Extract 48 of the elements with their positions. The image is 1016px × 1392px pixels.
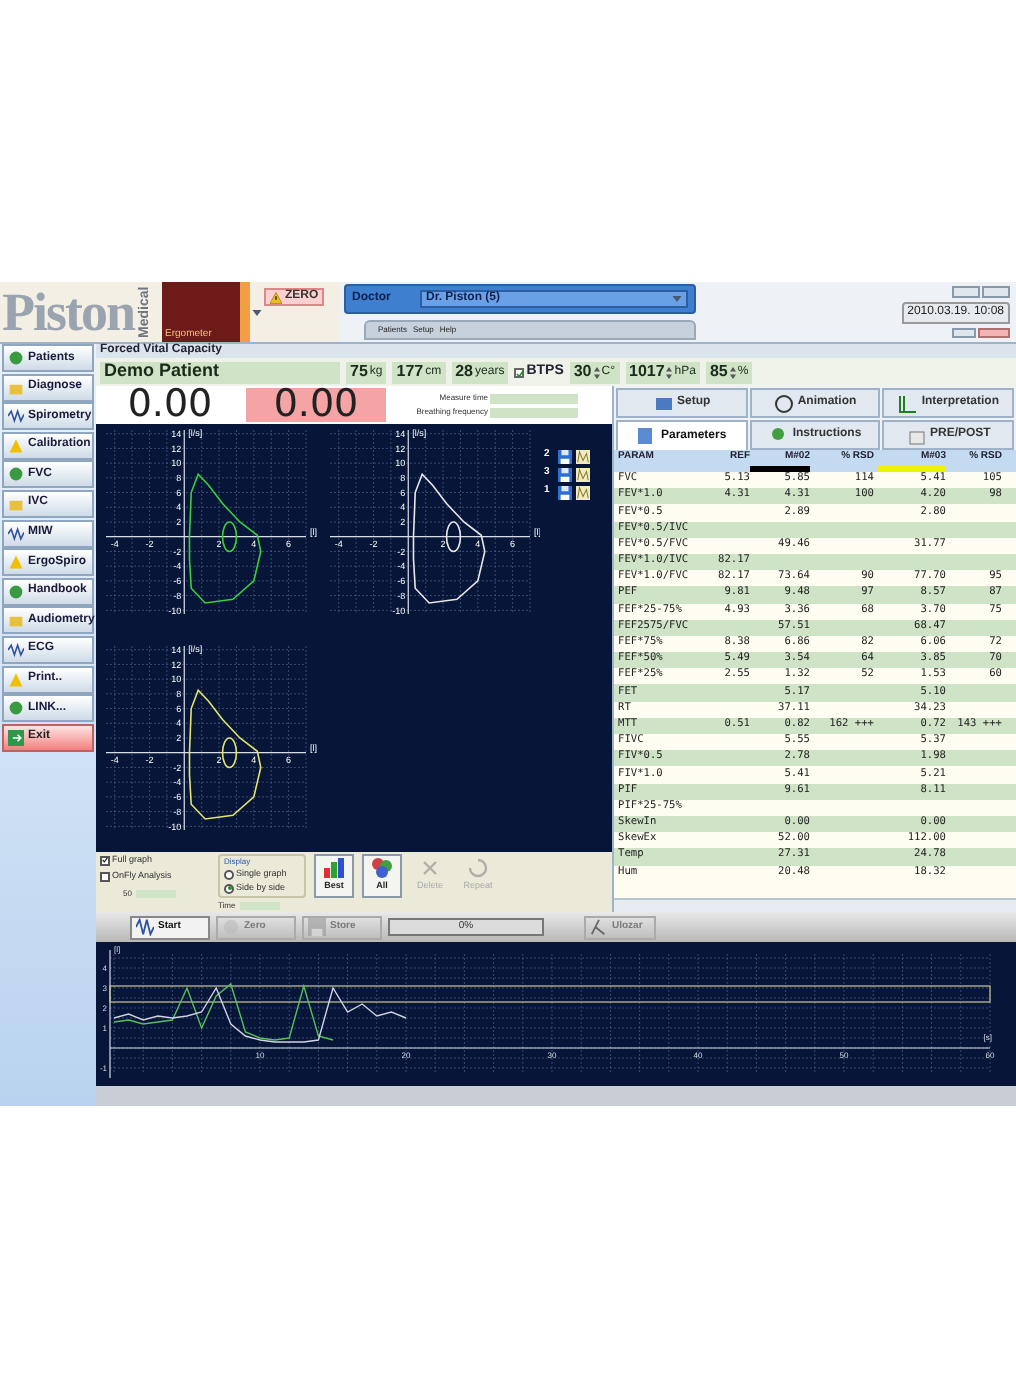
waveform-icon	[136, 918, 154, 936]
checkbox[interactable]	[100, 871, 110, 882]
checkmark-icon	[102, 856, 108, 865]
curve-thumbnail-icon	[576, 449, 590, 463]
patient-value: 28	[455, 360, 474, 384]
condition-field[interactable]: 85	[709, 360, 728, 384]
clipboard-icon	[636, 426, 657, 446]
curve-thumbnail-icon	[576, 467, 590, 481]
exit-icon	[8, 729, 24, 746]
repeat-icon	[468, 858, 488, 879]
radio-button[interactable]	[224, 869, 234, 880]
volume-reading: 0.00	[125, 388, 215, 422]
save-icon	[558, 485, 572, 499]
warning-icon	[269, 291, 282, 303]
curves-icon	[372, 858, 392, 879]
info-field	[490, 393, 578, 403]
radio-button[interactable]	[224, 883, 234, 894]
save-icon	[558, 449, 572, 463]
patient-value: 75	[350, 360, 368, 384]
animation-icon	[773, 393, 794, 413]
spinner-icon	[593, 365, 600, 379]
caret-icon	[251, 309, 262, 315]
condition-field[interactable]: 30	[573, 360, 592, 384]
checkmark-icon	[516, 369, 525, 377]
btps-checkbox[interactable]	[514, 367, 525, 377]
person-icon	[768, 425, 789, 445]
lambda-icon	[590, 918, 608, 936]
checkbox[interactable]	[100, 855, 110, 866]
bar-chart-icon	[324, 858, 344, 879]
scrollbar[interactable]	[614, 898, 1016, 912]
curve-thumbnail-icon	[576, 485, 590, 499]
condition-field[interactable]: 1017	[629, 360, 665, 384]
info-field	[490, 407, 578, 417]
patient-value: 177	[396, 360, 424, 384]
circle-icon	[222, 918, 240, 936]
spinner-icon	[666, 365, 673, 379]
volume-reading: 0.00	[246, 388, 386, 422]
logo: Piston	[0, 282, 137, 342]
patient-name: Demo Patient	[100, 361, 340, 383]
indicator-field	[239, 901, 280, 909]
folder-icon	[906, 425, 926, 445]
save-icon	[558, 467, 572, 481]
caret-icon	[672, 296, 682, 302]
spinner-icon	[729, 365, 736, 379]
delete-icon	[420, 858, 440, 879]
settings-icon	[653, 393, 673, 413]
save-icon	[308, 918, 326, 936]
chart-icon	[897, 393, 918, 413]
